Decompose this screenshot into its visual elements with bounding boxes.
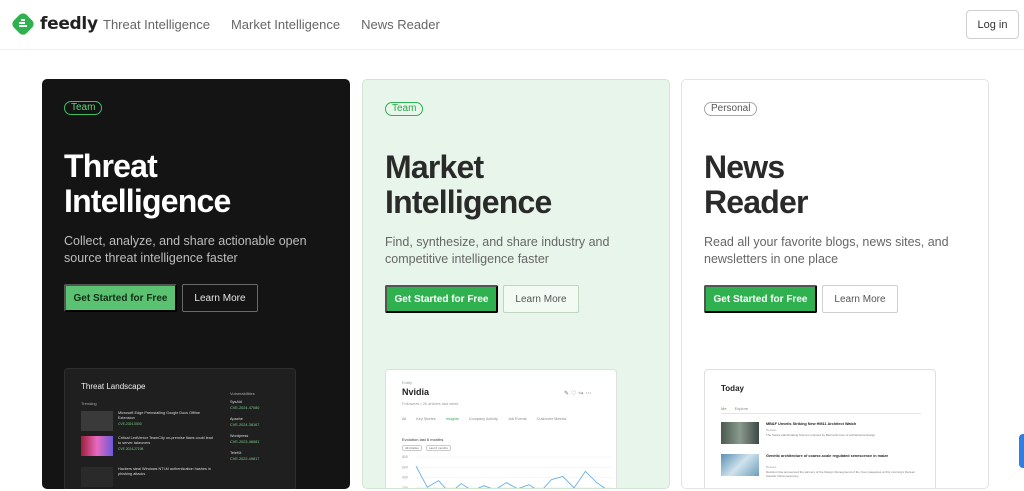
tab-all[interactable]: All xyxy=(402,417,406,421)
vuln-detail: CVE-2024-38167 xyxy=(230,423,260,427)
y-tick-label: 800 xyxy=(402,455,408,459)
card-title-line1: Market xyxy=(385,149,484,185)
card-description: Collect, analyze, and share actionable o… xyxy=(64,234,307,265)
learn-more-button[interactable]: Learn More xyxy=(182,284,258,312)
preview-title: Threat Landscape xyxy=(81,382,146,391)
list-item[interactable]: MB&F Unveils Striking New HM11 Architect… xyxy=(721,422,921,446)
vuln-entry: TeleKit CVE-2022-49817 xyxy=(230,450,259,462)
tab-me[interactable]: Me xyxy=(721,406,727,411)
card-title-line1: News xyxy=(704,149,785,185)
thumbnail xyxy=(81,436,113,456)
tab-job-events[interactable]: Job Events xyxy=(508,417,527,421)
threat-intelligence-card: Team Threat Intelligence Collect, analyz… xyxy=(42,79,350,489)
list-item: Microsoft Edge Preinstalling Google Docs… xyxy=(81,411,216,431)
vuln-entry: SysAid CVE-2024-47080 xyxy=(230,399,259,411)
team-badge: Team xyxy=(385,102,424,116)
feedly-logo[interactable]: feedly xyxy=(12,13,98,35)
item-headline: Hackers steal Windows NTLM authenticatio… xyxy=(118,467,211,476)
market-preview: Entity Nvidia Followers • 2k articles la… xyxy=(385,369,617,489)
news-tabs: Me Explore xyxy=(721,406,748,411)
vuln-detail: CVE-2022-49817 xyxy=(230,457,260,461)
entity-label: Entity xyxy=(402,380,413,385)
thumbnail xyxy=(721,422,759,444)
tab-insights[interactable]: Insights xyxy=(446,417,459,421)
vuln-name: TeleKit xyxy=(230,451,242,455)
vuln-detail: CVE-2024-47080 xyxy=(230,406,260,410)
item-body: Decision has announced the winners of th… xyxy=(766,470,916,478)
vuln-entry: Apache CVE-2024-38167 xyxy=(230,416,259,428)
item-body: The Swiss watchmaking brand is inspired … xyxy=(766,433,876,437)
team-badge: Team xyxy=(64,101,103,115)
news-reader-card: Personal News Reader Read all your favor… xyxy=(681,79,989,489)
more-icon[interactable]: ⋯ xyxy=(585,391,593,397)
learn-more-button[interactable]: Learn More xyxy=(503,285,579,313)
tab-explore[interactable]: Explore xyxy=(735,406,749,411)
feedly-logo-icon xyxy=(12,13,34,35)
main-nav: Threat Intelligence Market Intelligence … xyxy=(103,17,440,32)
thumbnail xyxy=(721,454,759,476)
vuln-entry: Wordpress CVE-2023-48081 xyxy=(230,433,259,445)
thumbnail xyxy=(81,411,113,431)
tab-customer-metrics[interactable]: Customer Metrics xyxy=(537,417,567,421)
item-headline: Critical LedVentor TeamCity on-premise f… xyxy=(118,436,213,445)
item-headline: Genetic architecture of coarse-scale reg… xyxy=(766,454,889,458)
feedback-tab[interactable] xyxy=(1019,434,1024,468)
get-started-button[interactable]: Get Started for Free xyxy=(64,284,177,312)
login-button[interactable]: Log in xyxy=(966,10,1019,39)
today-heading: Today xyxy=(721,384,744,393)
list-item: Critical LedVentor TeamCity on-premise f… xyxy=(81,436,216,456)
vuln-name: SysAid xyxy=(230,400,242,404)
chart-section-title: Evolution last 6 months xyxy=(402,437,444,442)
card-title-line1: Threat xyxy=(64,148,158,184)
tab-company-activity[interactable]: Company Activity xyxy=(469,417,498,421)
personal-badge: Personal xyxy=(704,102,758,116)
list-item: Hackers steal Windows NTLM authenticatio… xyxy=(81,467,216,487)
item-meta: CVE-2024-0500 xyxy=(118,422,142,426)
card-description: Read all your favorite blogs, news sites… xyxy=(704,235,949,266)
vuln-detail: CVE-2023-48081 xyxy=(230,440,260,444)
get-started-button[interactable]: Get Started for Free xyxy=(385,285,498,313)
card-description: Find, synthesize, and share industry and… xyxy=(385,235,610,266)
vuln-name: Wordpress xyxy=(230,434,249,438)
trending-label: Trending xyxy=(81,401,97,406)
y-tick-label: 600 xyxy=(402,465,408,469)
y-tick-label: 200 xyxy=(402,486,408,489)
nav-threat-intelligence[interactable]: Threat Intelligence xyxy=(103,17,210,32)
entity-actions[interactable]: ✎♡↪⋯ xyxy=(564,390,593,397)
entity-tabs: All Key Stories Insights Company Activit… xyxy=(402,417,566,421)
threat-landscape-preview: Threat Landscape Trending Vulnerabilitie… xyxy=(64,368,296,489)
tabs-divider xyxy=(721,413,921,414)
brand-name: feedly xyxy=(40,14,98,34)
item-meta: CVE 2024-27198 xyxy=(118,447,144,451)
card-title: News Reader xyxy=(704,149,809,220)
news-preview: Today Me Explore MB&F Unveils Striking N… xyxy=(704,369,936,488)
item-headline: MB&F Unveils Striking New HM11 Architect… xyxy=(766,422,857,426)
item-source: Dezeen xyxy=(766,465,777,469)
evolution-line-chart: 8006004002000 xyxy=(402,455,612,489)
tab-key-stories[interactable]: Key Stories xyxy=(416,417,435,421)
articles-filter[interactable]: All Articles xyxy=(402,445,422,451)
nav-market-intelligence[interactable]: Market Intelligence xyxy=(231,17,340,32)
vulnerabilities-label: Vulnerabilities xyxy=(230,391,255,396)
market-intelligence-card: Team Market Intelligence Find, synthesiz… xyxy=(362,79,670,489)
vuln-name: Apache xyxy=(230,417,243,421)
entity-name: Nvidia xyxy=(402,387,430,397)
thumbnail xyxy=(81,467,113,487)
card-title: Market Intelligence xyxy=(385,149,552,220)
learn-more-button[interactable]: Learn More xyxy=(822,285,898,313)
site-header: feedly Threat Intelligence Market Intell… xyxy=(0,0,1024,50)
item-source: Dezeen xyxy=(766,428,777,432)
card-title-line2: Intelligence xyxy=(64,183,231,219)
card-title-line2: Reader xyxy=(704,184,809,220)
y-tick-label: 400 xyxy=(402,476,408,480)
card-title-line2: Intelligence xyxy=(385,184,552,220)
list-item[interactable]: Genetic architecture of coarse-scale reg… xyxy=(721,454,921,478)
nav-news-reader[interactable]: News Reader xyxy=(361,17,440,32)
edit-icon[interactable]: ✎ xyxy=(564,391,571,397)
entity-subtitle: Followers • 2k articles last week xyxy=(402,401,459,406)
get-started-button[interactable]: Get Started for Free xyxy=(704,285,817,313)
card-title: Threat Intelligence xyxy=(64,148,231,219)
item-headline: Microsoft Edge Preinstalling Google Docs… xyxy=(118,411,201,420)
range-filter[interactable]: Last 6 months xyxy=(426,445,451,451)
